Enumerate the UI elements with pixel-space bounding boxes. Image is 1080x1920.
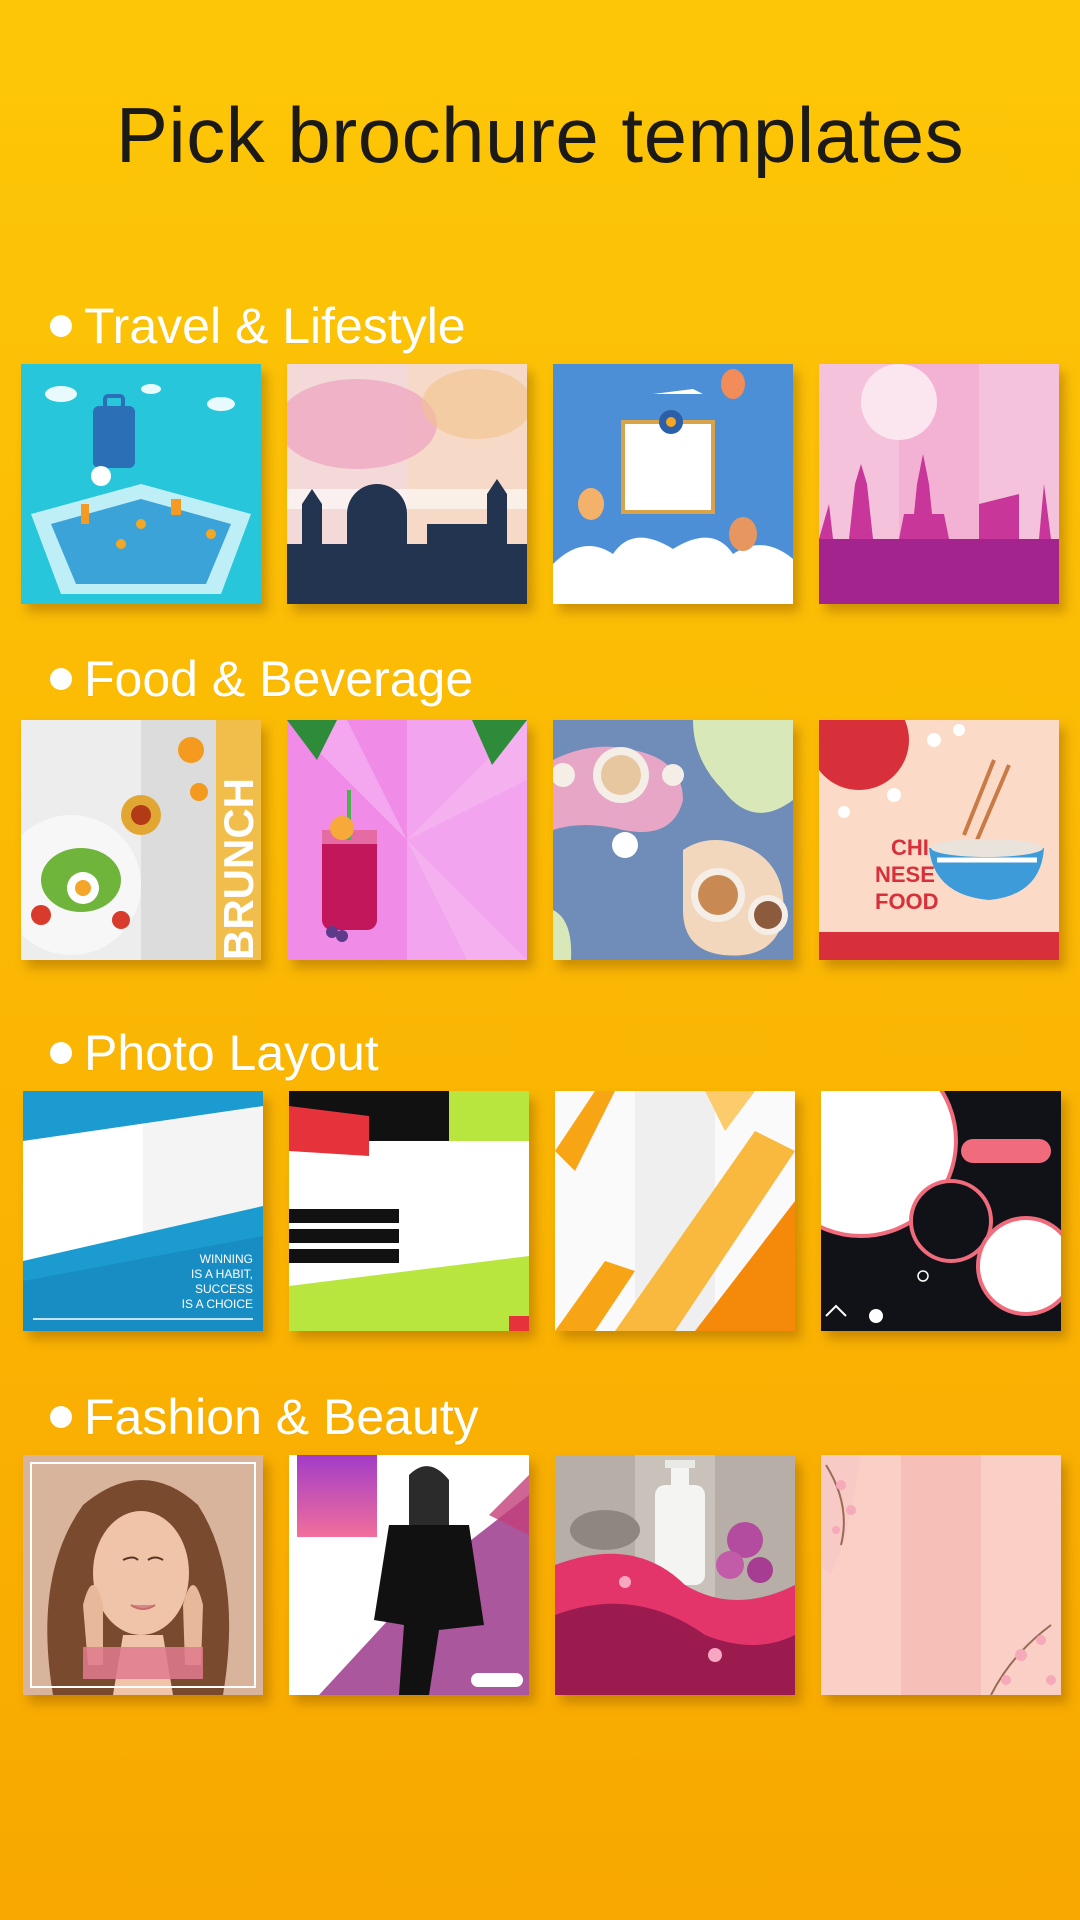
- template-card-beauty-portrait[interactable]: [23, 1455, 263, 1695]
- template-row-fashion: [0, 1455, 1080, 1695]
- bullet-icon: [50, 1406, 72, 1428]
- bullet-icon: [50, 1042, 72, 1064]
- section-label: Fashion & Beauty: [84, 1389, 479, 1445]
- food-brunch-text: BRUNCH: [215, 778, 261, 960]
- template-row-photo: WINNING IS A HABIT, SUCCESS IS A CHOICE: [0, 1091, 1080, 1331]
- template-card-food-chinese[interactable]: CHI NESE FOOD: [819, 720, 1059, 960]
- section-label: Travel & Lifestyle: [84, 298, 466, 354]
- template-row-travel: [0, 364, 1080, 604]
- photo-blue-text-line3: SUCCESS: [195, 1282, 253, 1296]
- food-smoothie-illustration: [287, 720, 527, 960]
- food-chinese-illustration: CHI NESE FOOD: [819, 720, 1059, 960]
- template-card-photo-red-lime-stripes[interactable]: [289, 1091, 529, 1331]
- travel-map-illustration: [21, 364, 261, 604]
- section-title-photo: Photo Layout: [50, 1025, 379, 1081]
- template-card-photo-orange-diagonal[interactable]: [555, 1091, 795, 1331]
- template-card-travel-city-watercolor[interactable]: [287, 364, 527, 604]
- template-card-travel-map[interactable]: [21, 364, 261, 604]
- section-label: Food & Beverage: [84, 651, 474, 707]
- template-card-travel-landmarks-pink[interactable]: [819, 364, 1059, 604]
- template-card-travel-balloon-frame[interactable]: [553, 364, 793, 604]
- photo-red-lime-illustration: [289, 1091, 529, 1331]
- template-card-food-smoothie[interactable]: [287, 720, 527, 960]
- beauty-portrait-illustration: [23, 1455, 263, 1695]
- section-title-travel: Travel & Lifestyle: [50, 298, 466, 354]
- fashion-model-illustration: [289, 1455, 529, 1695]
- beauty-blossom-illustration: [821, 1455, 1061, 1695]
- bullet-icon: [50, 315, 72, 337]
- photo-blue-text-line4: IS A CHOICE: [182, 1297, 253, 1311]
- food-chinese-text-line2: NESE: [875, 862, 935, 887]
- photo-orange-illustration: [555, 1091, 795, 1331]
- bullet-icon: [50, 668, 72, 690]
- photo-blue-text-line1: WINNING: [200, 1252, 253, 1266]
- section-label: Photo Layout: [84, 1025, 379, 1081]
- beauty-lotion-illustration: [555, 1455, 795, 1695]
- photo-blue-text-line2: IS A HABIT,: [191, 1267, 253, 1281]
- template-row-food: BRUNCH CHI NESE FOOD: [0, 720, 1080, 960]
- template-card-photo-dark-circles[interactable]: [821, 1091, 1061, 1331]
- travel-balloon-illustration: [553, 364, 793, 604]
- template-card-beauty-lotion-bottle[interactable]: [555, 1455, 795, 1695]
- food-brunch-illustration: BRUNCH: [21, 720, 261, 960]
- template-card-fashion-model-purple[interactable]: [289, 1455, 529, 1695]
- template-card-photo-blue-wave[interactable]: WINNING IS A HABIT, SUCCESS IS A CHOICE: [23, 1091, 263, 1331]
- food-chinese-text-line3: FOOD: [875, 889, 939, 914]
- travel-city-illustration: [287, 364, 527, 604]
- section-title-fashion: Fashion & Beauty: [50, 1389, 479, 1445]
- food-ramen-illustration: [553, 720, 793, 960]
- template-card-food-brunch[interactable]: BRUNCH: [21, 720, 261, 960]
- template-card-food-ramen-bowls[interactable]: [553, 720, 793, 960]
- photo-dark-circles-illustration: [821, 1091, 1061, 1331]
- travel-landmarks-illustration: [819, 364, 1059, 604]
- template-card-beauty-pink-blossom[interactable]: [821, 1455, 1061, 1695]
- photo-blue-wave-illustration: WINNING IS A HABIT, SUCCESS IS A CHOICE: [23, 1091, 263, 1331]
- food-chinese-text-line1: CHI: [891, 835, 929, 860]
- section-title-food: Food & Beverage: [50, 651, 473, 707]
- page-title: Pick brochure templates: [115, 91, 965, 179]
